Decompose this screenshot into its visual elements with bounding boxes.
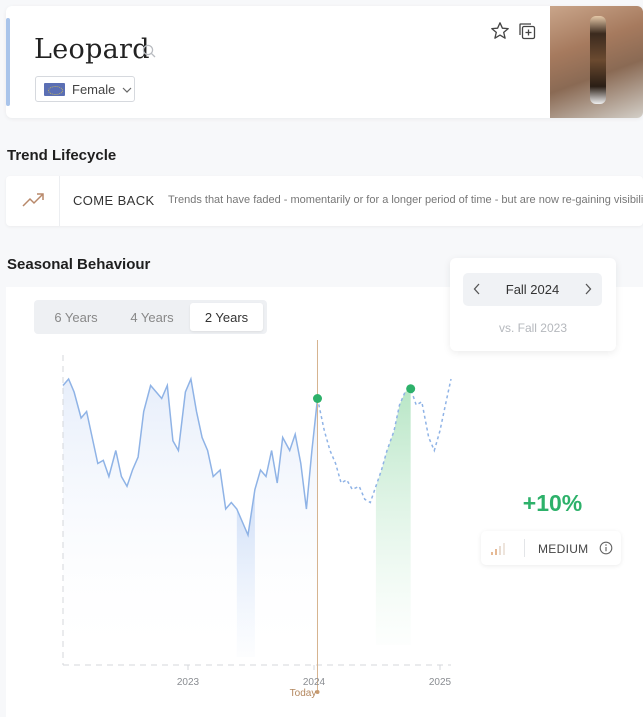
trend-header-card: Leopard Female [6,6,643,118]
lifecycle-stage: COME BACK [73,193,155,208]
trend-photo [550,6,643,118]
tab-2-years[interactable]: 2 Years [190,303,263,331]
tab-6-years[interactable]: 6 Years [38,303,114,331]
eu-flag-icon [44,82,65,96]
chevron-right-icon[interactable] [584,282,592,298]
year-range-tabs: 6 Years 4 Years 2 Years [34,300,267,334]
lifecycle-card: COME BACK Trends that have faded - momen… [6,176,643,226]
season-label: Fall 2024 [505,282,560,297]
model-figure [590,16,606,104]
info-icon[interactable] [599,541,613,560]
volume-badge: MEDIUM [481,531,621,565]
badge-divider [524,539,525,557]
chevron-down-icon [122,82,132,97]
season-selector-card: Fall 2024 vs. Fall 2023 [450,258,616,351]
growth-value: +10% [522,490,583,516]
accent-bar [6,18,10,106]
trend-title: Leopard [34,34,150,65]
lifecycle-description: Trends that have faded - momentarily or … [168,194,643,206]
star-icon[interactable] [490,21,510,46]
signal-bars-icon [491,542,505,560]
season-compare: vs. Fall 2023 [498,321,568,335]
trend-up-arrow-icon [22,191,46,214]
season-selector: Fall 2024 [463,273,602,306]
add-to-board-icon[interactable] [517,21,537,46]
gender-select[interactable]: Female [35,76,135,102]
search-icon[interactable] [142,44,157,64]
tab-4-years[interactable]: 4 Years [114,303,190,331]
lifecycle-divider [59,176,60,226]
volume-label: MEDIUM [538,542,589,556]
gender-value: Female [72,81,116,97]
seasonal-section-title: Seasonal Behaviour [7,256,151,273]
lifecycle-section-title: Trend Lifecycle [7,147,117,164]
chevron-left-icon[interactable] [473,282,481,298]
